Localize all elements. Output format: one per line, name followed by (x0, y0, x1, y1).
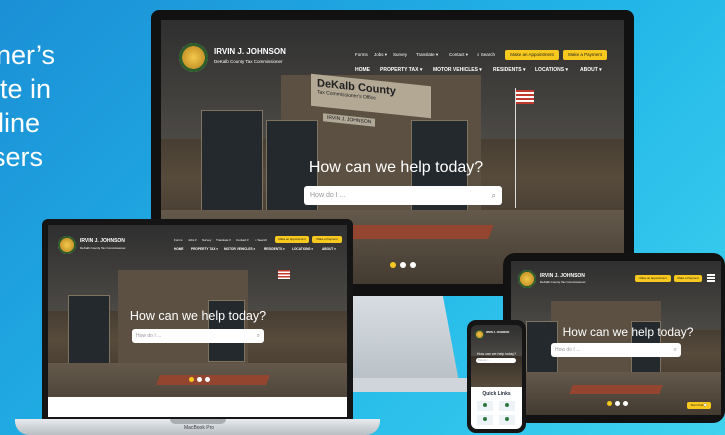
start-chat-button[interactable]: Start Chat 💬 (687, 402, 711, 409)
quick-link-tile[interactable] (499, 401, 515, 411)
headline-text: ner’s ite in line sers l (0, 38, 150, 208)
search-placeholder: How do I ... (310, 192, 346, 199)
phone-screen: IRVIN J. JOHNSON How can we help today? … (471, 325, 522, 429)
nav-residents[interactable]: RESIDENTS ▾ (493, 67, 526, 73)
search-input[interactable]: How do I ... ⌕ (551, 343, 681, 357)
util-link-forms[interactable]: Forms (174, 238, 183, 242)
hero-title: How can we help today? (308, 159, 484, 176)
headline-line: ner’s (0, 40, 56, 70)
laptop-screen: IRVIN J. JOHNSON DeKalb County Tax Commi… (48, 225, 347, 417)
laptop-notch (170, 419, 226, 424)
carousel-dot[interactable] (205, 377, 210, 382)
search-input[interactable]: How do I ... ⌕ (132, 329, 264, 343)
hero-title: How can we help today? (476, 352, 517, 356)
util-link-forms[interactable]: Forms (355, 52, 368, 57)
search-placeholder: How do I ... (555, 347, 581, 353)
quick-link-tile[interactable] (499, 415, 515, 425)
util-link-translate[interactable]: Translate ▾ (416, 52, 438, 58)
phone: IRVIN J. JOHNSON How can we help today? … (467, 320, 526, 433)
carousel-dot[interactable] (400, 262, 406, 268)
flag (278, 270, 290, 279)
brand-name: IRVIN J. JOHNSON (214, 47, 286, 56)
nav-locations[interactable]: LOCATIONS ▾ (535, 67, 568, 73)
util-link-survey[interactable]: Survey (202, 238, 211, 242)
brand-subtitle: DeKalb County Tax Commissioner (80, 246, 126, 250)
headline-line: l (0, 174, 150, 208)
carousel-dot[interactable] (623, 401, 628, 406)
seal-logo[interactable] (475, 330, 484, 339)
seal-logo[interactable] (518, 270, 536, 288)
headline-line: sers (0, 142, 44, 172)
search-input[interactable]: How do I ... ⌕ (304, 186, 502, 205)
nav-about[interactable]: ABOUT ▾ (580, 67, 602, 73)
laptop-model-label: MacBook Pro (184, 425, 215, 431)
quick-link-icon (483, 417, 487, 421)
hero-title: How can we help today? (129, 309, 267, 323)
search-input[interactable]: How do I ... (476, 358, 516, 363)
headline-line: line (0, 108, 41, 138)
util-link-translate[interactable]: Translate ▾ (216, 238, 231, 242)
search-link[interactable]: ⌕ Search (477, 52, 495, 57)
carousel-dot[interactable] (410, 262, 416, 268)
util-link-contact[interactable]: Contact ▾ (449, 52, 468, 58)
hero-title: How can we help today? (562, 325, 694, 339)
util-link-survey[interactable]: Survey (393, 52, 407, 57)
tablet-screen: IRVIN J. JOHNSON DeKalb County Tax Commi… (511, 261, 721, 415)
seal-logo[interactable] (58, 236, 76, 254)
search-placeholder: How do I ... (136, 333, 162, 339)
carousel-dot[interactable] (197, 377, 202, 382)
headline-line: ite in (0, 74, 52, 104)
nav-motor-vehicles[interactable]: MOTOR VEHICLES ▾ (224, 247, 255, 251)
appointment-button[interactable]: Make an Appointment (275, 236, 309, 243)
quick-link-tile[interactable] (477, 415, 493, 425)
appointment-button[interactable]: Make an Appointment (505, 50, 559, 60)
nav-motor-vehicles[interactable]: MOTOR VEHICLES ▾ (433, 67, 482, 73)
quick-links-title: Quick Links (482, 391, 511, 397)
brand-subtitle: DeKalb County Tax Commissioner (214, 59, 283, 64)
quick-link-tile[interactable] (477, 401, 493, 411)
carousel-dot[interactable] (615, 401, 620, 406)
util-link-jobs[interactable]: Jobs ▾ (188, 238, 197, 242)
carousel-dot-active[interactable] (390, 262, 396, 268)
search-placeholder: How do I ... (478, 359, 491, 362)
appointment-button[interactable]: Make an Appointment (635, 275, 671, 282)
hamburger-menu-icon[interactable] (707, 274, 715, 282)
util-link-jobs[interactable]: Jobs ▾ (374, 52, 387, 58)
payment-button[interactable]: Make a Payment (674, 275, 702, 282)
quick-link-icon (505, 417, 509, 421)
quick-link-icon (483, 403, 487, 407)
search-icon[interactable]: ⌕ (257, 329, 260, 343)
nav-residents[interactable]: RESIDENTS ▾ (264, 247, 285, 251)
search-link[interactable]: ⌕ Search (255, 238, 267, 242)
quick-link-icon (505, 403, 509, 407)
brand-name: IRVIN J. JOHNSON (80, 238, 125, 244)
tablet: IRVIN J. JOHNSON DeKalb County Tax Commi… (503, 253, 725, 423)
nav-home[interactable]: HOME (174, 247, 184, 251)
search-icon[interactable]: ⌕ (674, 343, 677, 357)
brand-name: IRVIN J. JOHNSON (540, 273, 585, 279)
seal-logo[interactable] (179, 43, 208, 72)
laptop: IRVIN J. JOHNSON DeKalb County Tax Commi… (42, 219, 353, 421)
flag (516, 90, 534, 104)
carousel-dot-active[interactable] (189, 377, 194, 382)
util-link-contact[interactable]: Contact ▾ (236, 238, 249, 242)
payment-button[interactable]: Make a Payment (312, 236, 342, 243)
nav-home[interactable]: HOME (355, 67, 370, 73)
nav-about[interactable]: ABOUT ▾ (322, 247, 336, 251)
nav-property-tax[interactable]: PROPERTY TAX ▾ (191, 247, 218, 251)
flagpole (515, 88, 516, 208)
nav-property-tax[interactable]: PROPERTY TAX ▾ (380, 67, 422, 73)
carousel-dot-active[interactable] (607, 401, 612, 406)
brand-name: IRVIN J. JOHNSON (486, 331, 510, 334)
content-strip (48, 397, 347, 417)
payment-button[interactable]: Make a Payment (563, 50, 607, 60)
nav-locations[interactable]: LOCATIONS ▾ (292, 247, 313, 251)
search-icon[interactable]: ⌕ (492, 186, 496, 205)
brand-subtitle: DeKalb County Tax Commissioner (540, 280, 586, 284)
quick-links-panel: Quick Links (471, 387, 522, 429)
